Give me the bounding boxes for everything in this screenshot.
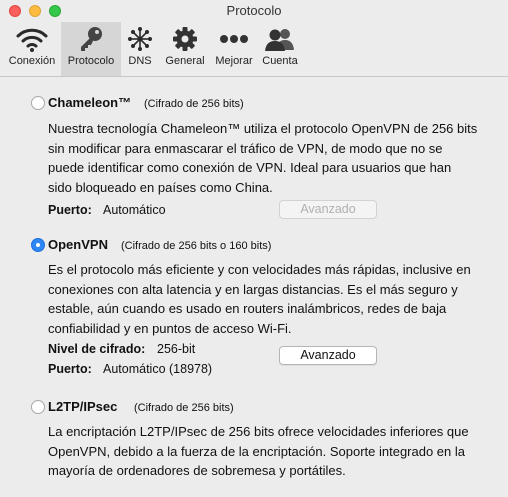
tab-label: Cuenta (262, 55, 298, 67)
gear-icon (173, 27, 197, 51)
account-icon (265, 29, 294, 51)
chameleon-description: Nuestra tecnología Chameleon™ utiliza el… (48, 121, 478, 195)
chameleon-subtitle: (Cifrado de 256 bits) (144, 98, 244, 110)
openvpn-port-value: Automático (18978) (103, 362, 213, 376)
tab-protocolo[interactable]: Protocolo (61, 22, 121, 76)
protocol-settings-panel: Chameleon™ (Cifrado de 256 bits) Nuestra… (0, 77, 508, 497)
preferences-window: Protocolo Conexión Protocolo DNS General… (0, 0, 508, 497)
dns-network-icon (128, 27, 152, 51)
close-window-button[interactable] (9, 5, 21, 17)
openvpn-port-label: Puerto: (48, 362, 92, 376)
openvpn-radio[interactable] (31, 238, 45, 252)
window-title: Protocolo (226, 3, 282, 18)
chameleon-port-value: Automático (103, 203, 166, 217)
l2tp-description: La encriptación L2TP/IPsec de 256 bits o… (48, 424, 469, 478)
wifi-icon (16, 28, 48, 52)
minimize-window-button[interactable] (29, 5, 41, 17)
tab-dns[interactable]: DNS (123, 22, 157, 76)
tab-general[interactable]: General (160, 22, 210, 76)
chameleon-title[interactable]: Chameleon™ (48, 95, 131, 110)
l2tp-radio[interactable] (31, 400, 45, 414)
tab-label: General (165, 55, 205, 67)
tab-mejorar[interactable]: Mejorar (212, 22, 256, 76)
encryption-level-value: 256-bit (157, 342, 196, 356)
l2tp-subtitle: (Cifrado de 256 bits) (134, 402, 234, 414)
key-icon (81, 27, 102, 51)
preferences-toolbar: Conexión Protocolo DNS General Mejorar C… (0, 22, 508, 77)
encryption-level-label: Nivel de cifrado: (48, 342, 146, 356)
tab-label: Conexión (8, 55, 56, 67)
tab-conexion[interactable]: Conexión (4, 22, 60, 76)
more-dots-icon (220, 35, 248, 43)
openvpn-advanced-button[interactable]: Avanzado (279, 346, 377, 365)
tab-label: Mejorar (215, 55, 253, 67)
openvpn-description: Es el protocolo más eficiente y con velo… (48, 262, 471, 336)
chameleon-radio[interactable] (31, 96, 45, 110)
tab-label: Protocolo (67, 55, 115, 67)
openvpn-subtitle: (Cifrado de 256 bits o 160 bits) (121, 240, 272, 252)
chameleon-advanced-button[interactable]: Avanzado (279, 200, 377, 219)
l2tp-title[interactable]: L2TP/IPsec (48, 399, 117, 414)
tab-label: DNS (128, 55, 152, 67)
chameleon-port-label: Puerto: (48, 203, 92, 217)
zoom-window-button[interactable] (49, 5, 61, 17)
openvpn-title[interactable]: OpenVPN (48, 237, 108, 252)
tab-cuenta[interactable]: Cuenta (258, 22, 302, 76)
title-bar: Protocolo (0, 0, 508, 22)
